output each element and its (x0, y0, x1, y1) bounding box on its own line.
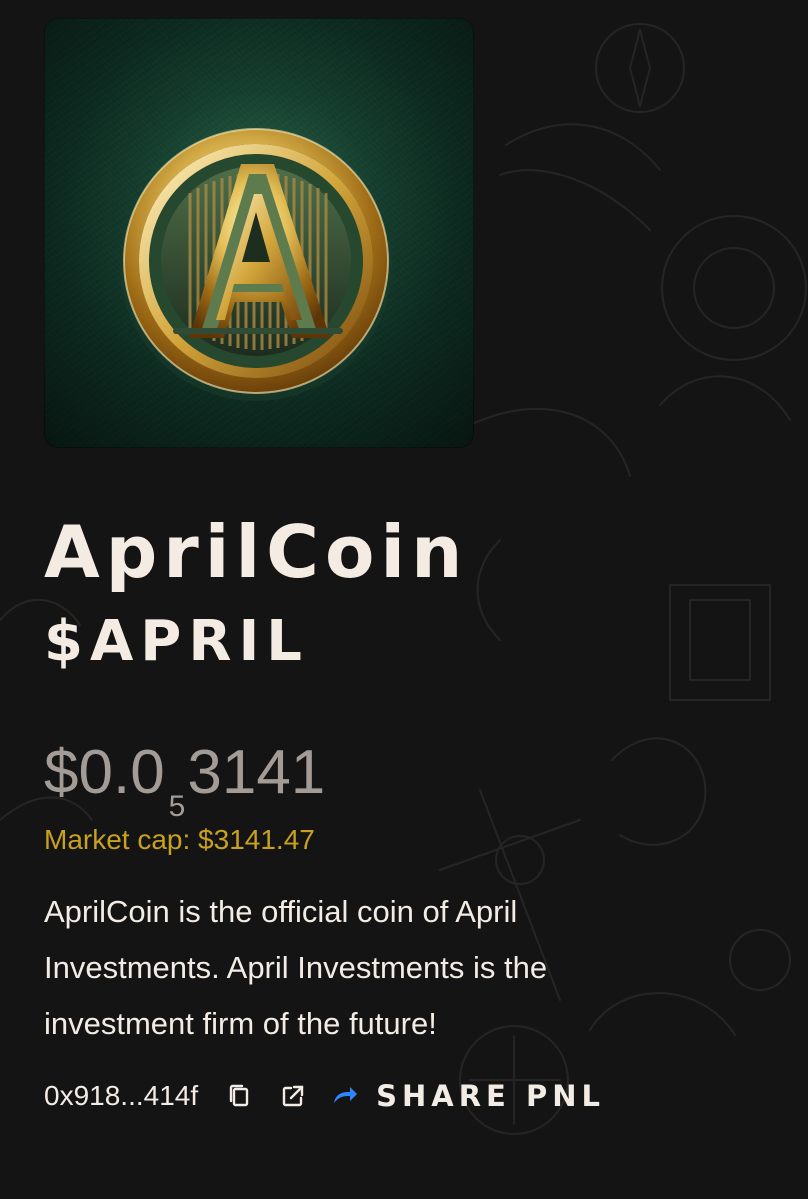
price-suffix: 3141 (187, 738, 326, 807)
external-link-icon[interactable] (278, 1081, 308, 1111)
token-description: AprilCoin is the official coin of April … (44, 894, 548, 1041)
price-prefix: $0.0 (44, 738, 165, 807)
token-page: AprilCoin $APRIL $0.0 5 3141 Market cap:… (44, 18, 764, 1111)
token-name: AprilCoin (44, 510, 469, 594)
share-pnl-label: SHARE PNL (376, 1078, 605, 1113)
share-pnl-button[interactable]: SHARE PNL (330, 1081, 605, 1111)
token-image (44, 18, 474, 448)
contract-address: 0x918...414f (44, 1080, 199, 1112)
market-cap: Market cap: $3141.47 (44, 824, 315, 855)
share-arrow-icon (330, 1081, 360, 1111)
price-subscript: 5 (168, 790, 186, 823)
token-actions: 0x918...414f SHARE PNL (44, 1081, 764, 1111)
token-price: $0.0 5 3141 (44, 738, 764, 822)
copy-icon[interactable] (224, 1081, 254, 1111)
token-ticker: $APRIL (44, 609, 309, 674)
coin-emblem (120, 128, 392, 401)
